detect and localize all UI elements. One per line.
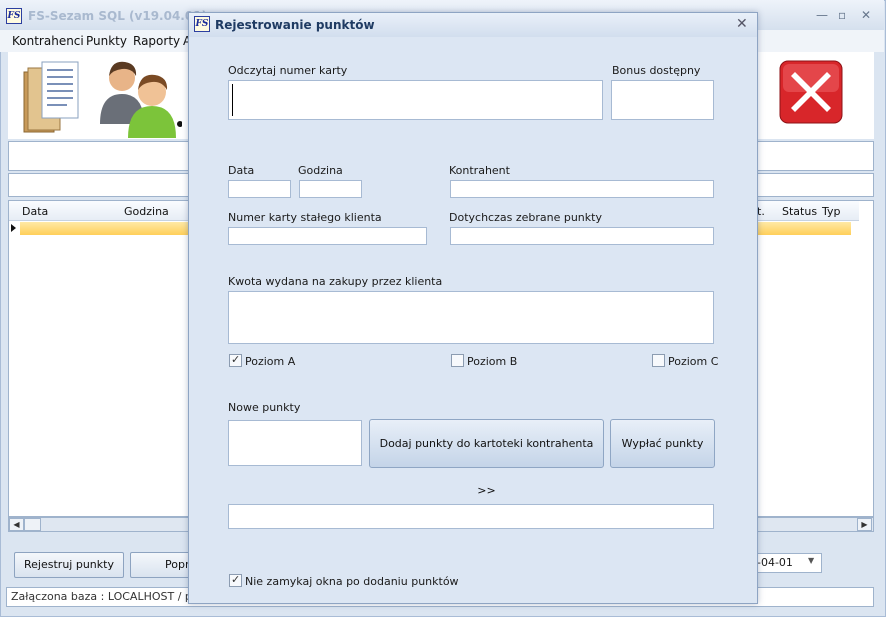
add-points-button[interactable]: Dodaj punkty do kartoteki kontrahenta >> [369, 419, 604, 497]
contractor-field[interactable] [450, 180, 714, 198]
card-read-input[interactable] [228, 80, 603, 120]
amount-input[interactable] [228, 291, 714, 344]
row-pointer-icon [11, 224, 16, 232]
scroll-thumb[interactable] [24, 518, 41, 531]
level-a-checkbox[interactable] [229, 353, 242, 367]
level-c-label: Poziom C [668, 355, 719, 368]
message-field[interactable] [228, 504, 714, 529]
exit-icon[interactable] [779, 60, 843, 124]
date-field[interactable] [228, 180, 291, 198]
dialog-logo-icon: FS [194, 16, 210, 32]
level-b-checkbox[interactable] [451, 354, 464, 367]
main-window-title: FS-Sezam SQL (v19.04.01) [28, 9, 208, 23]
scroll-left-icon[interactable]: ◀ [9, 518, 24, 531]
payout-points-button-label: Wypłać punkty [621, 437, 704, 450]
document-icon[interactable] [22, 60, 82, 136]
maximize-icon[interactable]: ▫ [838, 8, 846, 22]
close-icon[interactable]: ✕ [861, 8, 871, 22]
grid-col-status[interactable]: Status [782, 205, 817, 218]
dialog-close-icon[interactable]: ✕ [736, 16, 748, 32]
chevron-down-icon[interactable]: ▼ [808, 556, 814, 565]
grid-col-godzina[interactable]: Godzina [124, 205, 169, 218]
collected-points-field[interactable] [450, 227, 714, 245]
contractor-label: Kontrahent [449, 164, 510, 177]
level-b-label: Poziom B [467, 355, 518, 368]
grid-col-data[interactable]: Data [22, 205, 48, 218]
date-label: Data [228, 164, 255, 177]
minimize-icon[interactable]: — [816, 8, 828, 22]
level-a-label: Poziom A [245, 355, 296, 368]
text-caret [232, 84, 233, 116]
previous-button[interactable]: Popr [130, 552, 192, 578]
users-icon[interactable] [98, 58, 182, 138]
card-read-label: Odczytaj numer karty [228, 64, 348, 77]
app-logo-icon: FS [6, 8, 22, 24]
dialog-title: Rejestrowanie punktów [215, 18, 375, 32]
level-c-checkbox[interactable] [652, 354, 665, 367]
scroll-right-icon[interactable]: ▶ [857, 518, 872, 531]
bonus-field[interactable] [611, 80, 714, 120]
new-points-field[interactable] [228, 420, 362, 466]
time-field[interactable] [299, 180, 362, 198]
card-number-label: Numer karty stałego klienta [228, 211, 382, 224]
payout-points-button[interactable]: Wypłać punkty [610, 419, 715, 468]
amount-label: Kwota wydana na zakupy przez klienta [228, 275, 443, 288]
card-number-field[interactable] [228, 227, 427, 245]
new-points-label: Nowe punkty [228, 401, 301, 414]
grid-col-t[interactable]: t. [757, 205, 765, 218]
menu-raporty[interactable]: Raporty [133, 34, 180, 48]
register-points-button[interactable]: Rejestruj punkty [14, 552, 124, 578]
keep-open-label: Nie zamykaj okna po dodaniu punktów [245, 575, 459, 588]
keep-open-checkbox[interactable] [229, 573, 242, 587]
time-label: Godzina [298, 164, 343, 177]
menu-kontrahenci[interactable]: Kontrahenci [12, 34, 84, 48]
bonus-label: Bonus dostępny [612, 64, 701, 77]
collected-points-label: Dotychczas zebrane punkty [449, 211, 602, 224]
menu-punkty[interactable]: Punkty [86, 34, 127, 48]
grid-col-typ[interactable]: Typ [822, 205, 841, 218]
